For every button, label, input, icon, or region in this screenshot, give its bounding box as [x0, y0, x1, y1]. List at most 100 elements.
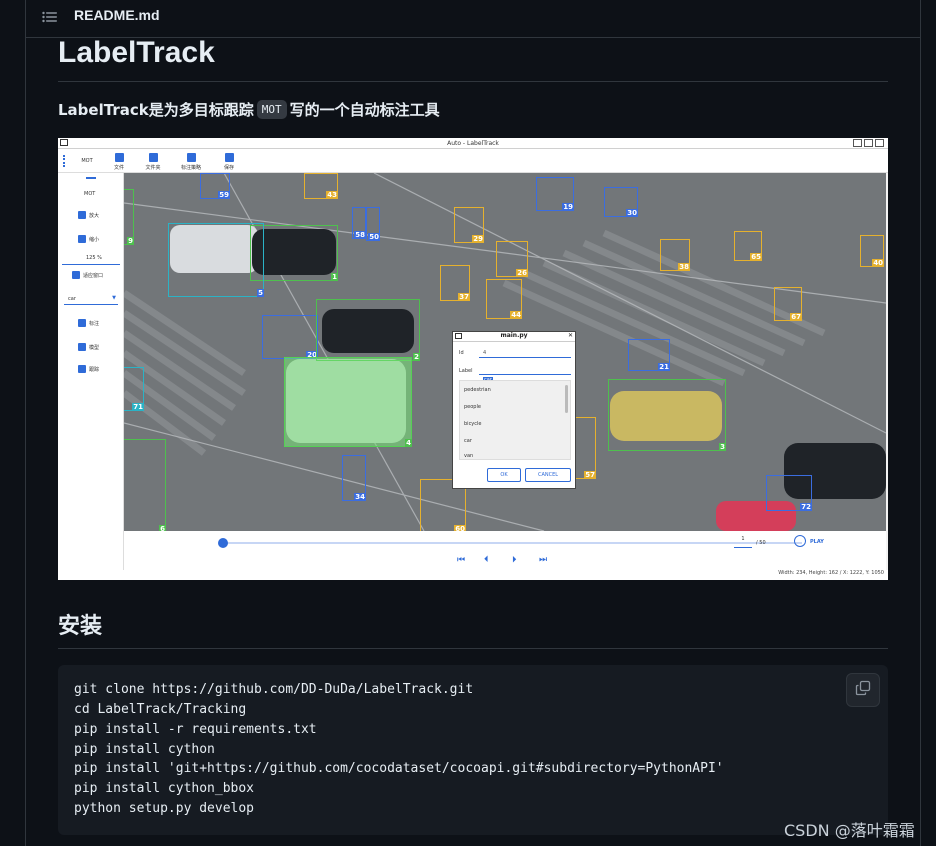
minimize-icon: [853, 139, 862, 147]
menu-handle-icon: [63, 155, 65, 167]
toolbar-file: 文件: [104, 153, 134, 171]
track-box: 3: [608, 379, 726, 451]
toolbar-folder-label: 文件夹: [145, 165, 161, 171]
track-box-id: 50: [368, 233, 380, 241]
track-box-id: 3: [719, 443, 726, 451]
folder-icon: [148, 153, 158, 162]
dialog-id-input[interactable]: 4: [479, 347, 571, 358]
class-list-item[interactable]: car: [464, 438, 472, 444]
step-forward-icon[interactable]: ⏵: [512, 555, 517, 565]
class-list-scrollbar[interactable]: [565, 385, 568, 413]
maximize-icon: [864, 139, 873, 147]
track-box-id: 26: [516, 269, 528, 277]
track-box: 65: [734, 231, 762, 261]
side-zoom-out-label: 缩小: [89, 236, 100, 243]
track-box-id: 37: [458, 293, 470, 301]
zoom-in-icon: [78, 211, 86, 219]
play-label[interactable]: PLAY: [810, 539, 824, 545]
class-list-item[interactable]: pedestrian: [464, 387, 491, 393]
side-class-select-value: car: [68, 296, 76, 302]
install-heading: 安装: [58, 612, 888, 649]
dialog-id-label: Id: [459, 350, 464, 356]
skip-forward-icon[interactable]: ⏭: [539, 555, 547, 565]
side-zoom-in: 放大: [78, 211, 99, 219]
close-icon[interactable]: ✕: [568, 332, 573, 339]
track-box-id: 57: [584, 471, 596, 479]
track-box: 58: [352, 207, 366, 239]
side-track: 跟踪: [78, 365, 99, 373]
class-list-item[interactable]: people: [464, 404, 481, 410]
annotate-icon: [78, 319, 86, 327]
track-box-id: 2: [413, 353, 420, 361]
track-box: 43: [304, 173, 338, 199]
track-box: 44: [486, 279, 522, 319]
track-box: 67: [774, 287, 802, 321]
copy-icon: [855, 680, 871, 700]
track-box: 2: [316, 299, 420, 361]
side-zoom-in-label: 放大: [89, 212, 100, 219]
timeline-handle[interactable]: [218, 538, 228, 548]
readme-subtitle: LabelTrack是为多目标跟踪 MOT 写的一个自动标注工具: [58, 99, 440, 120]
code-line: pip install 'git+https://github.com/coco…: [74, 761, 724, 776]
frame-counter-input[interactable]: 1: [734, 536, 752, 548]
track-box-id: 72: [800, 503, 812, 511]
side-model-label: 模型: [89, 344, 100, 351]
track-box: 59: [200, 173, 230, 199]
track-box: 40: [860, 235, 884, 267]
track-box: 57: [574, 417, 596, 479]
track-box-id: 44: [510, 311, 522, 319]
list-unordered-icon[interactable]: [41, 9, 59, 25]
class-list: pedestrian people bicycle car van: [459, 380, 571, 460]
side-mot: MOT: [84, 191, 96, 197]
side-annotate: 标注: [78, 319, 99, 327]
track-box: 71: [124, 367, 144, 411]
app-side-panel: MOT 放大 缩小 125 % 适应窗口 car ▼ 标注 模型 跟踪: [58, 173, 124, 573]
dialog-titlebar: main.py ✕: [453, 332, 575, 342]
code-block: git clone https://github.com/DD-DuDa/Lab…: [58, 665, 888, 835]
track-box-id: 34: [354, 493, 366, 501]
track-box-id: 58: [354, 231, 366, 239]
track-box-id: 1: [331, 273, 338, 281]
track-box-id: 29: [472, 235, 484, 243]
dialog-ok-button[interactable]: OK: [487, 468, 521, 482]
track-box: 21: [628, 339, 670, 371]
dialog-label-label: Label: [459, 368, 473, 374]
class-list-item[interactable]: van: [464, 453, 473, 459]
code-line: pip install cython: [74, 742, 215, 757]
fit-window-icon: [72, 271, 80, 279]
class-list-item[interactable]: bicycle: [464, 421, 482, 427]
code-line: pip install -r requirements.txt: [74, 722, 317, 737]
subtitle-text-after: 写的一个自动标注工具: [289, 101, 440, 119]
track-box: 29: [454, 207, 484, 243]
side-fit-window-label: 适应窗口: [83, 272, 104, 279]
readme-heading: LabelTrack: [58, 35, 888, 82]
track-box-id: 43: [326, 191, 338, 199]
track-box: 50: [366, 207, 380, 241]
model-icon: [78, 343, 86, 351]
track-box: 34: [342, 455, 366, 501]
code-line: cd LabelTrack/Tracking: [74, 702, 247, 717]
zoom-out-icon: [78, 235, 86, 243]
dialog-cancel-button[interactable]: CANCEL: [525, 468, 571, 482]
track-box-id: 38: [678, 263, 690, 271]
side-track-label: 跟踪: [89, 366, 100, 373]
track-box: 9: [124, 189, 134, 245]
labeltrack-screenshot: Auto - LabelTrack MOT 文件 文件夹 标注策略 保存 MOT…: [58, 138, 888, 580]
play-icon[interactable]: [794, 535, 806, 547]
dialog-label-input[interactable]: car: [479, 364, 571, 383]
step-back-icon[interactable]: ⏴: [484, 555, 489, 565]
track-box: 19: [536, 177, 574, 211]
timeline-track: [222, 542, 802, 544]
skip-back-icon[interactable]: ⏮: [457, 555, 465, 565]
copy-button[interactable]: [846, 673, 880, 707]
app-statusbar: Width: 234, Height: 162 / X: 1222, Y: 10…: [58, 570, 888, 580]
file-title: README.md: [74, 7, 160, 23]
track-box: 38: [660, 239, 690, 271]
track-icon: [78, 365, 86, 373]
track-box: 37: [440, 265, 470, 301]
track-box: 72: [766, 475, 812, 511]
track-box-id: 21: [658, 363, 670, 371]
app-titlebar: Auto - LabelTrack: [58, 138, 888, 149]
track-box: 5: [168, 223, 264, 297]
code-line: python setup.py develop: [74, 801, 255, 816]
